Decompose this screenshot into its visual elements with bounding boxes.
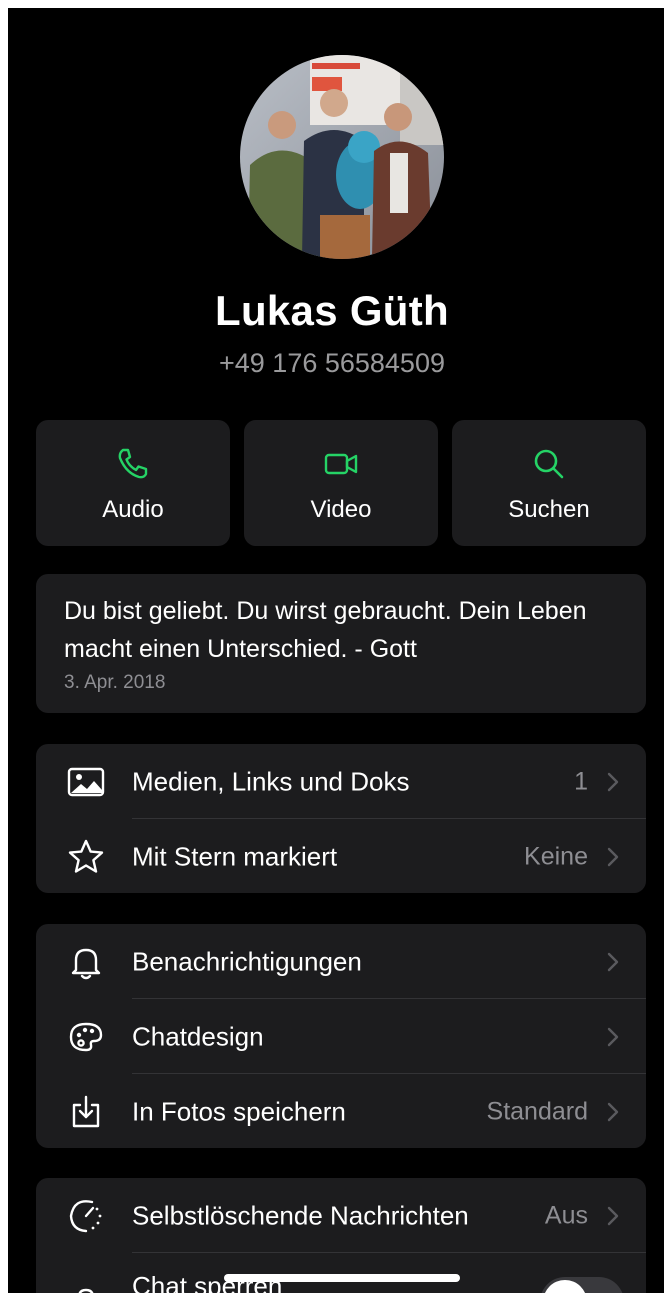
media-count: 1 [574,767,588,795]
chevron-right-icon [606,771,620,793]
phone-icon [115,446,151,482]
save-to-photos-row[interactable]: In Fotos speichern Standard [36,1074,646,1148]
about-card[interactable]: Du bist geliebt. Du wirst gebraucht. Dei… [36,574,646,713]
media-links-docs-row[interactable]: Medien, Links und Doks 1 [36,744,646,819]
timer-icon [66,1196,106,1236]
chevron-right-icon [606,1026,620,1048]
save-to-photos-value: Standard [486,1097,588,1125]
bell-icon [66,942,106,982]
search-button[interactable]: Suchen [452,420,646,546]
save-to-photos-label: In Fotos speichern [132,1096,346,1126]
notifications-row[interactable]: Benachrichtigungen [36,924,646,999]
chevron-right-icon [606,951,620,973]
about-date: 3. Apr. 2018 [64,672,166,693]
contact-phone-number[interactable]: +49 176 56584509 [8,348,664,379]
toggle-knob [543,1280,587,1293]
download-icon [66,1092,106,1132]
chat-design-label: Chatdesign [132,1021,264,1051]
settings-group: Benachrichtigungen Chatdesign In Fotos s… [36,924,646,1148]
chevron-right-icon [606,846,620,868]
disappearing-messages-row[interactable]: Selbstlöschende Nachrichten Aus [36,1178,646,1253]
media-group: Medien, Links und Doks 1 Mit Stern marki… [36,744,646,893]
search-label: Suchen [508,496,590,523]
contact-name: Lukas Güth [214,287,450,334]
video-call-button[interactable]: Video [244,420,438,546]
chevron-right-icon [606,1101,620,1123]
photo-icon [66,762,106,802]
home-indicator [224,1274,460,1282]
chat-lock-toggle[interactable] [540,1277,624,1293]
chat-lock-row[interactable]: Chat sperren [36,1253,646,1293]
star-icon [66,837,106,877]
search-icon [531,446,567,482]
video-camera-icon [323,446,359,482]
chevron-right-icon [606,1205,620,1227]
starred-messages-label: Mit Stern markiert [132,841,338,871]
notifications-label: Benachrichtigungen [132,946,362,976]
contact-info-screen: Lukas Güth +49 176 56584509 Audio Video … [8,8,664,1293]
audio-call-label: Audio [102,496,164,523]
video-call-label: Video [310,496,372,523]
profile-photo[interactable] [240,55,444,259]
media-links-docs-label: Medien, Links und Doks [132,766,410,796]
lock-icon [66,1284,106,1293]
palette-icon [66,1017,106,1057]
starred-messages-value: Keine [524,842,588,870]
audio-call-button[interactable]: Audio [36,420,230,546]
disappearing-messages-label: Selbstlöschende Nachrichten [132,1200,469,1230]
about-text: Du bist geliebt. Du wirst gebraucht. Dei… [64,597,587,663]
disappearing-messages-value: Aus [544,1201,588,1229]
starred-messages-row[interactable]: Mit Stern markiert Keine [36,819,646,893]
chat-design-row[interactable]: Chatdesign [36,999,646,1074]
